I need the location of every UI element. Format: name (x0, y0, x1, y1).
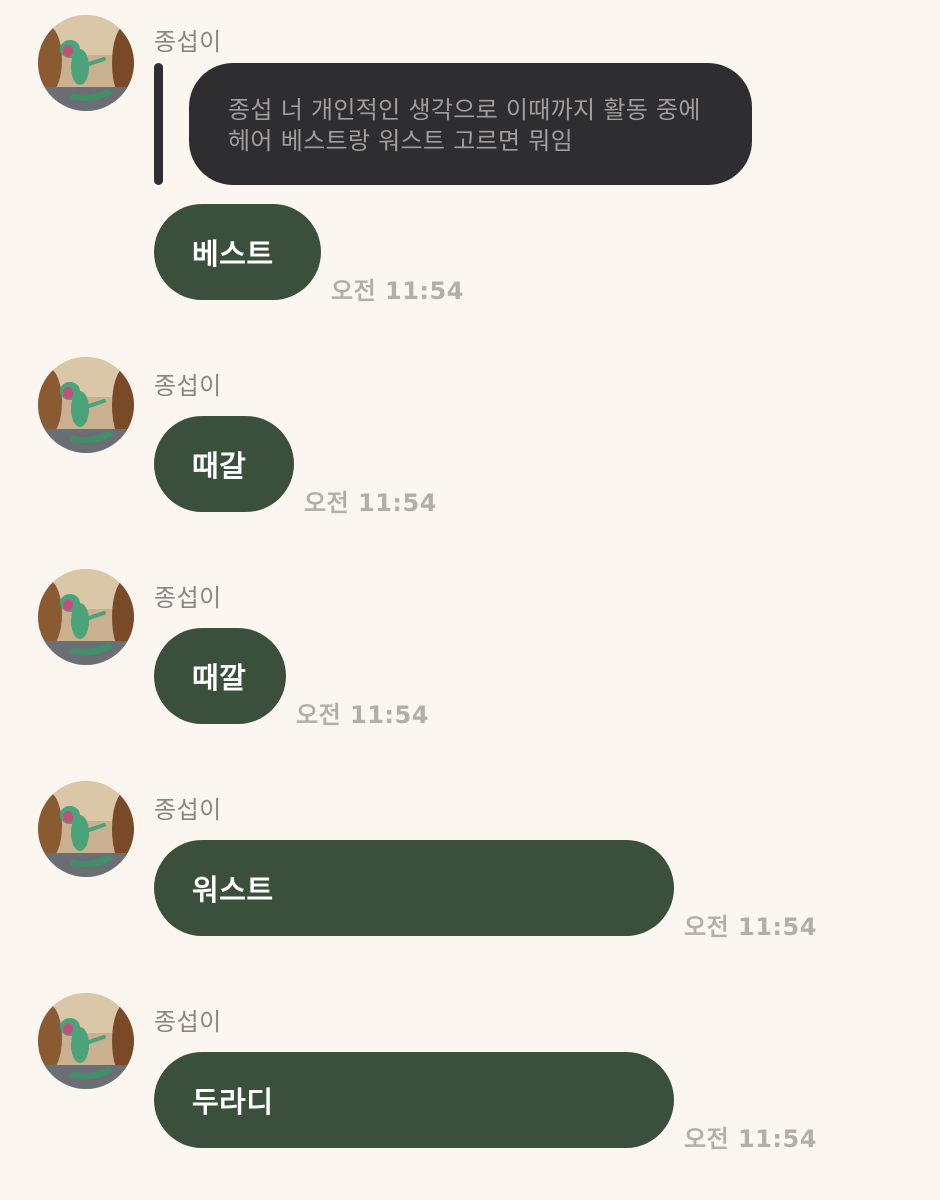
message-timestamp: 오전 11:54 (304, 489, 437, 517)
message-text: 베스트 (192, 237, 274, 271)
dinosaur-avatar-icon (38, 357, 134, 453)
quoted-message-line-1: 종섭 너 개인적인 생각으로 이때까지 활동 중에 (228, 96, 701, 124)
sender-avatar[interactable] (38, 781, 134, 877)
message-bubble[interactable]: 워스트 (154, 840, 674, 936)
message-timestamp: 오전 11:54 (296, 701, 429, 729)
dinosaur-avatar-icon (38, 569, 134, 665)
message-bubble[interactable]: 때갈 (154, 416, 294, 512)
quoted-message-bubble[interactable]: 종섭 너 개인적인 생각으로 이때까지 활동 중에 헤어 베스트랑 워스트 고르… (189, 63, 752, 185)
sender-name: 종섭이 (154, 28, 222, 56)
message-text: 때깔 (192, 661, 247, 695)
sender-name: 종섭이 (154, 584, 222, 612)
message-bubble[interactable]: 두라디 (154, 1052, 674, 1148)
message-bubble[interactable]: 베스트 (154, 204, 321, 300)
sender-avatar[interactable] (38, 357, 134, 453)
sender-avatar[interactable] (38, 569, 134, 665)
quote-indicator-bar (154, 63, 163, 185)
message-timestamp: 오전 11:54 (684, 1125, 817, 1153)
sender-avatar[interactable] (38, 15, 134, 111)
quoted-message-line-2: 헤어 베스트랑 워스트 고르면 뭐임 (228, 127, 574, 155)
message-text: 두라디 (192, 1085, 274, 1119)
dinosaur-avatar-icon (38, 15, 134, 111)
dinosaur-avatar-icon (38, 781, 134, 877)
sender-name: 종섭이 (154, 372, 222, 400)
message-text: 워스트 (192, 873, 274, 907)
message-timestamp: 오전 11:54 (684, 913, 817, 941)
message-text: 때갈 (192, 449, 247, 483)
dinosaur-avatar-icon (38, 993, 134, 1089)
message-timestamp: 오전 11:54 (331, 277, 464, 305)
message-bubble[interactable]: 때깔 (154, 628, 286, 724)
chat-room: 종섭이 종섭 너 개인적인 생각으로 이때까지 활동 중에 헤어 베스트랑 워스… (0, 0, 940, 1200)
sender-name: 종섭이 (154, 796, 222, 824)
sender-avatar[interactable] (38, 993, 134, 1089)
sender-name: 종섭이 (154, 1008, 222, 1036)
